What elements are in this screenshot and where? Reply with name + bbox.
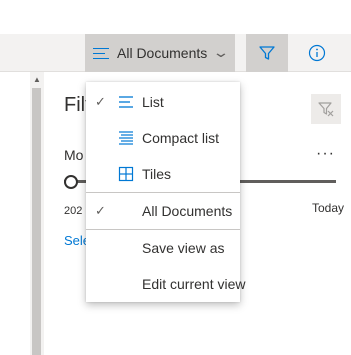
modified-filter-label: Mo bbox=[64, 147, 84, 163]
scrollbar-thumb[interactable] bbox=[32, 88, 41, 355]
scroll-up-arrow-icon[interactable]: ▲ bbox=[30, 74, 44, 86]
left-gutter bbox=[0, 72, 30, 355]
chevron-down-icon: ⌄ bbox=[212, 43, 230, 60]
list-icon bbox=[93, 47, 109, 60]
slider-start-label: 202 bbox=[64, 205, 83, 217]
clear-filter-icon bbox=[318, 102, 334, 117]
menu-item-label: Tiles bbox=[142, 166, 172, 182]
more-options-icon[interactable]: ··· bbox=[316, 145, 335, 163]
menu-item-all-documents[interactable]: ✓ All Documents bbox=[86, 193, 240, 229]
list-icon bbox=[119, 96, 133, 108]
view-dropdown-menu: ✓ List Compact list Tiles ✓ All Document… bbox=[86, 82, 245, 302]
info-pane-button[interactable] bbox=[299, 34, 335, 72]
clear-filters-button[interactable] bbox=[311, 94, 341, 124]
menu-item-save-view-as[interactable]: Save view as bbox=[86, 230, 240, 266]
menu-item-compact-list[interactable]: Compact list bbox=[86, 120, 240, 156]
menu-item-tiles[interactable]: Tiles bbox=[86, 156, 240, 192]
filter-icon bbox=[259, 46, 275, 60]
info-icon bbox=[308, 44, 326, 62]
tiles-icon bbox=[118, 166, 134, 182]
view-selector-label: All Documents bbox=[117, 45, 208, 61]
view-selector-button[interactable]: All Documents ⌄ bbox=[85, 34, 235, 72]
top-band bbox=[0, 0, 351, 34]
menu-item-label: All Documents bbox=[142, 203, 233, 219]
menu-item-label: Compact list bbox=[142, 130, 220, 146]
slider-end-label: Today bbox=[312, 201, 345, 215]
menu-item-label: Save view as bbox=[142, 240, 225, 256]
menu-item-label: Edit current view bbox=[142, 276, 246, 292]
menu-item-label: List bbox=[142, 94, 164, 110]
check-icon: ✓ bbox=[95, 203, 106, 218]
check-icon: ✓ bbox=[95, 94, 106, 109]
filter-pane-button[interactable] bbox=[246, 34, 288, 72]
compact-list-icon bbox=[119, 131, 133, 145]
menu-item-list[interactable]: ✓ List bbox=[86, 84, 240, 120]
menu-item-edit-current-view[interactable]: Edit current view bbox=[86, 266, 245, 302]
date-slider-thumb[interactable] bbox=[64, 175, 78, 189]
